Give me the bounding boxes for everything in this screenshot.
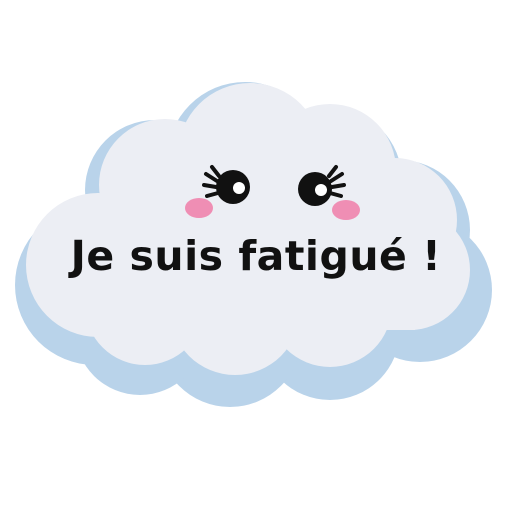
left-blush-cheek-icon [185,198,213,218]
right-blush-cheek-icon [332,200,360,220]
sticker-message: Je suis fatigué ! [70,232,442,280]
sticker: Je suis fatigué ! [0,0,512,512]
